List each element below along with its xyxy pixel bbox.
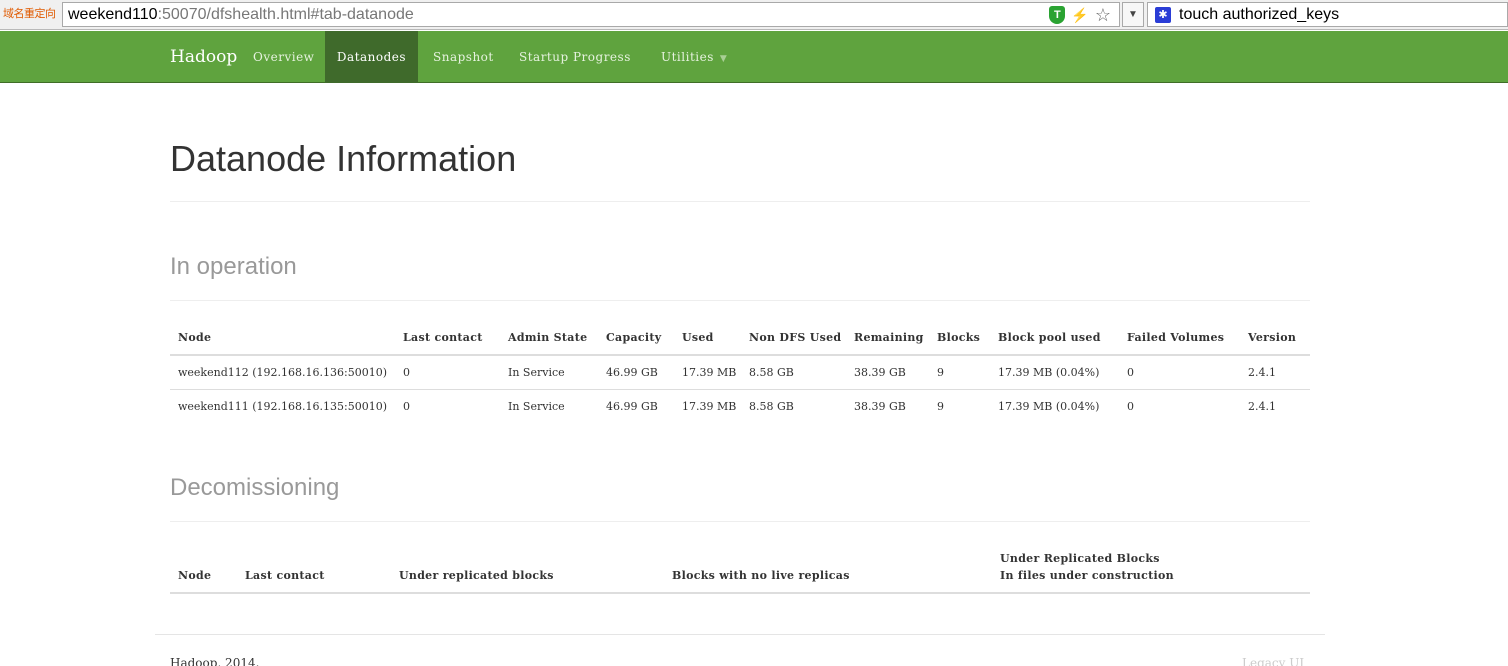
column-header[interactable]: Failed Volumes [1127,331,1224,344]
nav-utilities-label: Utilities [661,50,714,64]
row-divider [170,389,1310,390]
address-text[interactable]: weekend110:50070/dfshealth.html#tab-data… [68,3,414,26]
browser-toolbar: 域名重定向 weekend110:50070/dfshealth.html#ta… [0,0,1508,30]
cell-admin-state: In Service [508,366,565,379]
brand-logo[interactable]: Hadoop [170,31,237,83]
column-header[interactable]: Version [1248,331,1296,344]
cell-non-dfs-used: 8.58 GB [749,400,794,413]
url-path: :50070/dfshealth.html#tab-datanode [157,6,414,23]
cell-blocks: 9 [937,366,944,379]
divider [170,201,1310,202]
cell-block-pool-used: 17.39 MB (0.04%) [998,400,1100,413]
cell-remaining: 38.39 GB [854,366,906,379]
address-dropdown-button[interactable]: ▼ [1122,2,1144,27]
nav-utilities[interactable]: Utilities ▼ [661,31,727,83]
column-header[interactable]: Block pool used [998,331,1101,344]
column-header[interactable]: Non DFS Used [749,331,841,344]
cell-block-pool-used: 17.39 MB (0.04%) [998,366,1100,379]
legacy-ui-link[interactable]: Legacy UI [1242,656,1304,666]
column-header[interactable]: Blocks with no live replicas [672,569,850,582]
column-header-line1[interactable]: Under Replicated Blocks [1000,552,1160,565]
cell-last-contact: 0 [403,400,410,413]
column-header[interactable]: Capacity [606,331,661,344]
search-engine-icon[interactable]: ✱ [1155,7,1171,23]
bookmark-star-icon[interactable]: ☆ [1095,6,1111,24]
column-header[interactable]: Node [178,569,211,582]
divider [170,300,1310,301]
cell-version: 2.4.1 [1248,400,1276,413]
footer-divider [155,634,1325,635]
page-title: Datanode Information [170,138,517,179]
cell-non-dfs-used: 8.58 GB [749,366,794,379]
lightning-icon[interactable]: ⚡ [1071,7,1088,24]
table-header-divider [170,354,1310,356]
column-header[interactable]: Last contact [245,569,325,582]
chevron-down-icon: ▼ [719,54,728,64]
cell-node: weekend112 (192.168.16.136:50010) [178,366,387,379]
section-title-in-operation: In operation [170,253,297,280]
cell-used: 17.39 MB [682,400,737,413]
column-header-line2[interactable]: In files under construction [1000,569,1174,582]
cell-capacity: 46.99 GB [606,366,658,379]
cell-version: 2.4.1 [1248,366,1276,379]
column-header[interactable]: Last contact [403,331,483,344]
address-icons: T ⚡ ☆ [1049,5,1111,25]
url-host: weekend110 [68,6,158,23]
column-header[interactable]: Blocks [937,331,980,344]
nav-snapshot[interactable]: Snapshot [433,31,494,83]
nav-startup-progress[interactable]: Startup Progress [519,31,631,83]
column-header[interactable]: Admin State [508,331,587,344]
footer-copyright: Hadoop, 2014. [170,656,260,666]
cell-blocks: 9 [937,400,944,413]
divider [170,521,1310,522]
cell-used: 17.39 MB [682,366,737,379]
nav-overview[interactable]: Overview [253,31,314,83]
shield-icon[interactable]: T [1049,6,1066,24]
nav-datanodes[interactable]: Datanodes [325,31,418,83]
cell-capacity: 46.99 GB [606,400,658,413]
cell-node: weekend111 (192.168.16.135:50010) [178,400,387,413]
navbar: Hadoop Overview Datanodes Snapshot Start… [0,31,1508,83]
search-input[interactable]: touch authorized_keys [1179,3,1339,26]
cell-failed-volumes: 0 [1127,400,1134,413]
column-header[interactable]: Remaining [854,331,924,344]
address-bar[interactable]: weekend110:50070/dfshealth.html#tab-data… [62,2,1120,27]
cell-last-contact: 0 [403,366,410,379]
column-header[interactable]: Under replicated blocks [399,569,554,582]
column-header[interactable]: Node [178,331,211,344]
column-header[interactable]: Used [682,331,714,344]
search-box[interactable]: ✱ touch authorized_keys [1147,2,1508,27]
cell-admin-state: In Service [508,400,565,413]
cell-failed-volumes: 0 [1127,366,1134,379]
table-header-divider [170,592,1310,594]
cell-remaining: 38.39 GB [854,400,906,413]
section-title-decommissioning: Decomissioning [170,474,340,501]
redirect-label: 域名重定向 [3,8,56,20]
